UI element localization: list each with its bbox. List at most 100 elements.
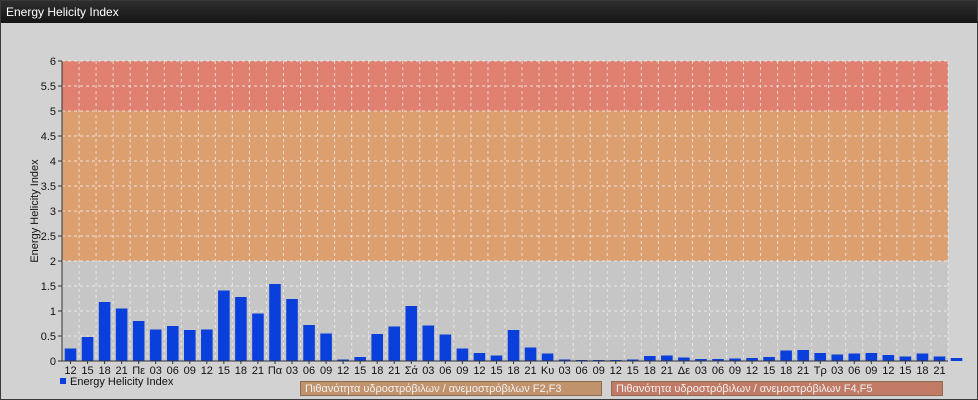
bar-20 (405, 306, 418, 361)
series-legend-swatch (60, 378, 66, 384)
x-tick-label-22: 06 (439, 365, 451, 377)
y-tick-label-12: 6 (50, 56, 56, 68)
bar-47 (865, 353, 878, 361)
bar-9 (218, 290, 230, 361)
x-tick-label-11: 21 (252, 365, 264, 377)
x-tick-label-13: 03 (286, 365, 298, 377)
bar-49 (899, 356, 912, 361)
bar-22 (439, 334, 452, 361)
chart-panel: Energy Helicity Index 0 0.5 1 1.5 2 2.5 3 3.5 4 4… (0, 0, 978, 400)
bar-34 (644, 356, 656, 361)
x-tick-label-30: 06 (576, 365, 588, 377)
x-tick-label-46: 06 (848, 365, 860, 377)
y-tick-label-8: 4 (50, 156, 56, 168)
zone-legend-f2f3: Πιθανότητα υδροστρόβιλων / ανεμοστρόβιλω… (300, 381, 602, 396)
x-tick-label-16: 12 (337, 365, 349, 377)
y-tick-label-4: 2 (50, 256, 56, 268)
x-tick-label-10: 18 (235, 365, 247, 377)
bar-52 (950, 358, 963, 361)
bar-4 (132, 321, 145, 361)
x-tick-label-48: 12 (882, 365, 894, 377)
bar-25 (490, 355, 503, 361)
y-tick-label-1: 0.5 (41, 331, 56, 343)
x-tick-label-36: Δε (678, 365, 690, 377)
bar-2 (98, 302, 111, 361)
x-tick-label-14: 06 (303, 365, 315, 377)
bar-46 (848, 353, 861, 361)
x-tick-label-47: 09 (865, 365, 877, 377)
x-tick-label-39: 09 (729, 365, 741, 377)
y-tick-label-2: 1 (50, 306, 56, 318)
bar-42 (780, 350, 792, 361)
bar-23 (456, 348, 469, 361)
y-tick-label-0: 0 (50, 356, 56, 368)
bar-12 (269, 284, 281, 361)
x-tick-label-38: 06 (712, 365, 724, 377)
bar-19 (388, 326, 401, 361)
bar-6 (166, 326, 179, 361)
bar-11 (252, 313, 264, 361)
bar-0 (64, 348, 77, 361)
bar-8 (201, 329, 213, 361)
x-tick-label-24: 12 (473, 365, 485, 377)
x-tick-label-27: 21 (524, 365, 536, 377)
bar-5 (149, 329, 162, 361)
x-tick-label-23: 09 (456, 365, 468, 377)
bar-28 (541, 353, 554, 361)
x-tick-label-45: 03 (831, 365, 843, 377)
bar-44 (814, 353, 827, 361)
x-tick-label-26: 18 (507, 365, 519, 377)
bar-48 (882, 355, 895, 361)
x-tick-label-32: 12 (610, 365, 622, 377)
bar-41 (763, 357, 775, 361)
bar-14 (303, 325, 315, 361)
x-tick-label-28: Κυ (541, 365, 554, 377)
ehi-bar-chart: 00.511.522.533.544.555.5612 15 18 21 Πε 03 06 0… (29, 56, 963, 377)
x-tick-label-8: 12 (201, 365, 213, 377)
x-tick-label-51: 21 (933, 365, 945, 377)
y-tick-label-9: 4.5 (41, 131, 56, 143)
x-tick-label-12: Πα (268, 365, 283, 377)
zone-legend-f4f5: Πιθανότητα υδροστρόβιλων / ανεμοστρόβιλω… (611, 381, 943, 396)
bar-27 (524, 347, 537, 361)
series-legend-label: Energy Helicity Index (70, 376, 174, 388)
y-tick-label-6: 3 (50, 206, 56, 218)
bar-17 (354, 357, 366, 361)
bar-35 (661, 355, 673, 361)
x-tick-label-17: 15 (354, 365, 366, 377)
y-tick-label-11: 5.5 (41, 81, 56, 93)
x-tick-label-19: 21 (388, 365, 400, 377)
x-tick-label-43: 21 (797, 365, 809, 377)
bar-1 (81, 337, 94, 361)
y-tick-label-10: 5 (50, 106, 56, 118)
bar-24 (473, 353, 486, 361)
y-tick-label-3: 1.5 (41, 281, 56, 293)
x-tick-label-34: 18 (644, 365, 656, 377)
x-tick-label-7: 09 (184, 365, 196, 377)
y-tick-label-5: 2.5 (41, 231, 56, 243)
bar-36 (678, 357, 690, 361)
bar-21 (422, 325, 435, 361)
bar-45 (831, 354, 844, 361)
x-tick-label-9: 15 (218, 365, 230, 377)
bar-51 (933, 356, 946, 361)
bar-10 (235, 297, 247, 361)
x-tick-label-15: 09 (320, 365, 332, 377)
x-tick-label-42: 18 (780, 365, 792, 377)
x-tick-label-21: 03 (422, 365, 434, 377)
bar-15 (320, 333, 332, 361)
x-tick-label-29: 03 (559, 365, 571, 377)
x-tick-label-50: 18 (916, 365, 928, 377)
bar-43 (797, 350, 809, 361)
x-tick-label-18: 18 (371, 365, 383, 377)
y-tick-label-7: 3.5 (41, 181, 56, 193)
series-legend: Energy Helicity Index (60, 376, 173, 389)
x-tick-label-40: 12 (746, 365, 758, 377)
x-tick-label-35: 21 (661, 365, 673, 377)
x-tick-label-41: 15 (763, 365, 775, 377)
x-tick-label-49: 15 (899, 365, 911, 377)
x-tick-label-44: Τρ (814, 365, 827, 377)
bar-50 (916, 353, 929, 361)
x-tick-label-37: 03 (695, 365, 707, 377)
x-tick-label-25: 15 (490, 365, 502, 377)
